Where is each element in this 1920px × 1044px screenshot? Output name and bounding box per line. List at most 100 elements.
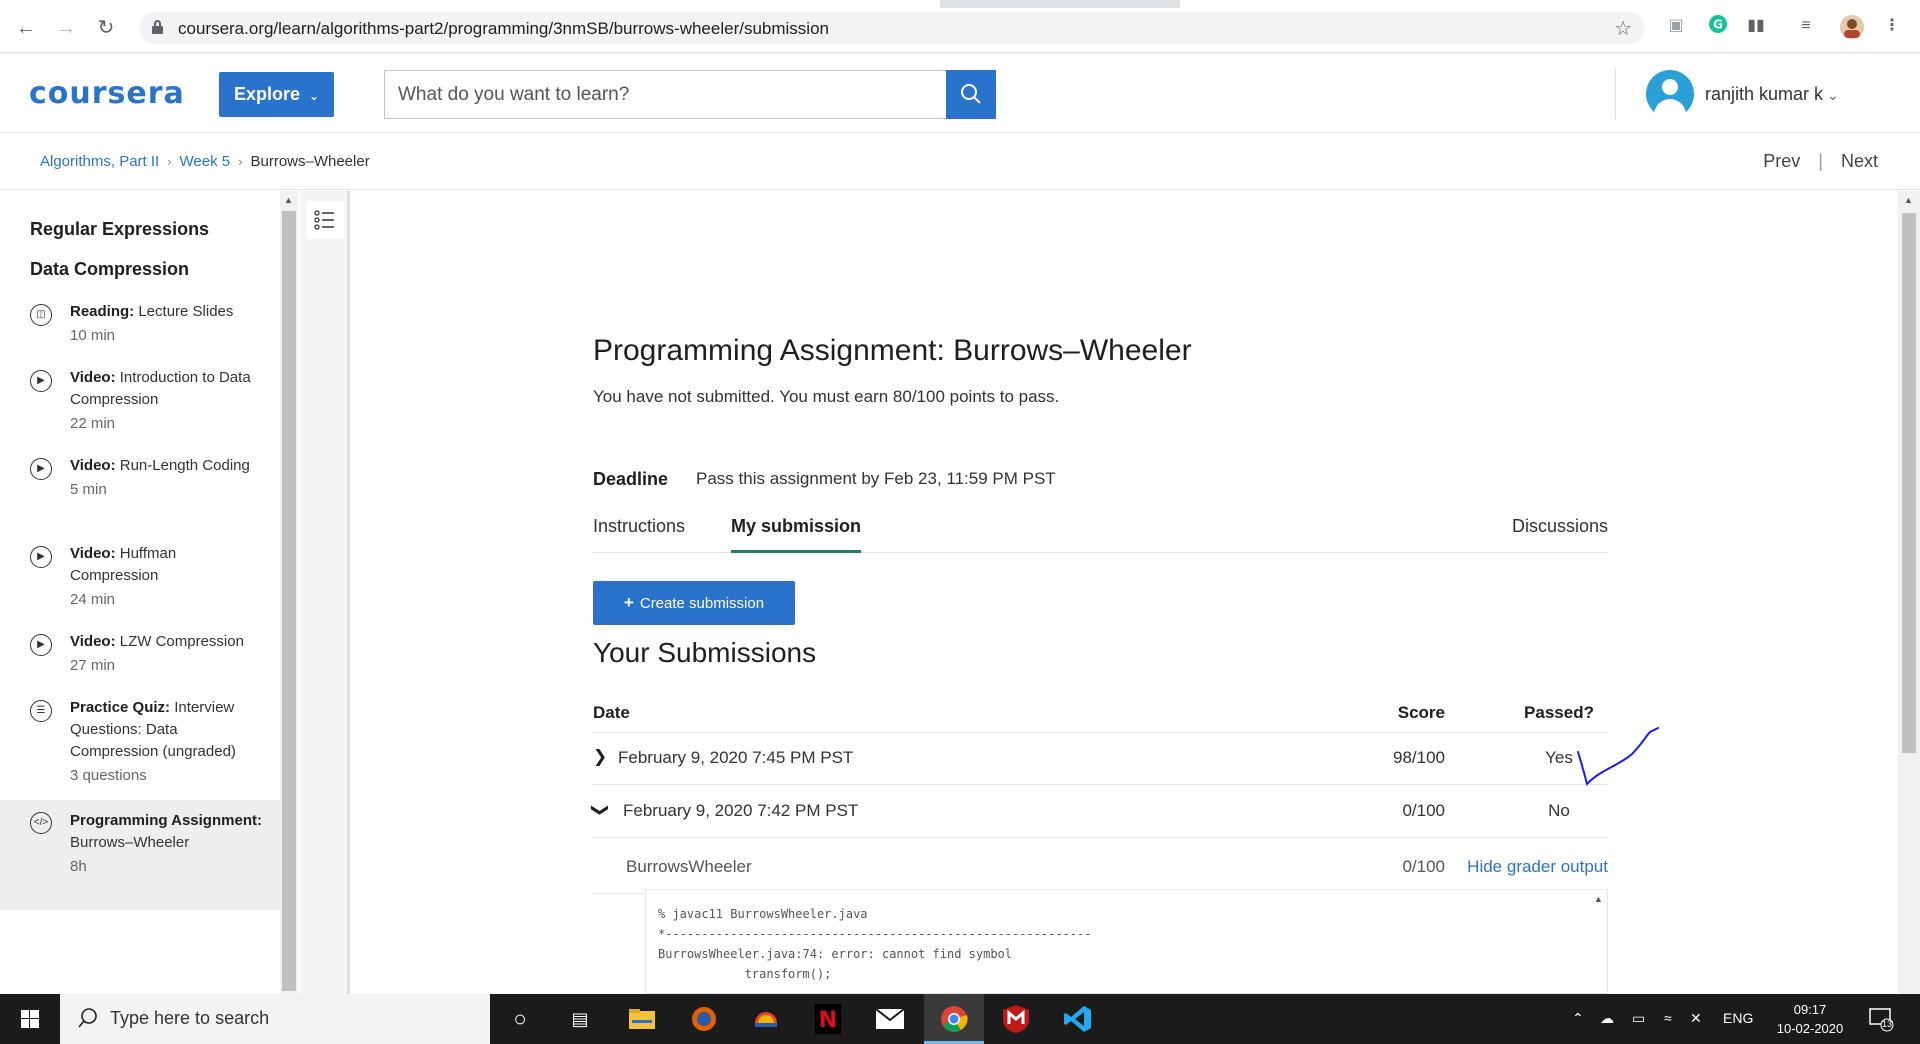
- breadcrumb-course-link[interactable]: Algorithms, Part II: [40, 153, 159, 170]
- item-type: Practice Quiz:: [70, 699, 171, 716]
- tab-instructions[interactable]: Instructions: [593, 516, 685, 553]
- taskbar-clock[interactable]: 09:17 10-02-2020: [1770, 1000, 1850, 1038]
- task-view-icon[interactable]: ▤: [550, 994, 610, 1044]
- coursera-logo[interactable]: coursera: [29, 76, 185, 111]
- search-input[interactable]: What do you want to learn?: [384, 70, 947, 119]
- speaker-muted-icon[interactable]: ✕: [1690, 1010, 1702, 1027]
- address-bar[interactable]: coursera.org/learn/algorithms-part2/prog…: [140, 12, 1644, 44]
- hide-grader-output-link[interactable]: Hide grader output: [1467, 857, 1608, 877]
- mcafee-icon[interactable]: [986, 994, 1046, 1044]
- forward-icon[interactable]: →: [54, 16, 78, 40]
- chevron-down-icon[interactable]: ❯: [590, 803, 610, 817]
- sidebar-heading-regex[interactable]: Regular Expressions: [30, 219, 209, 240]
- sidebar-item-lzw-compression[interactable]: ▶ Video: LZW Compression 27 min: [0, 631, 280, 691]
- item-duration: 8h: [70, 858, 87, 875]
- chevron-right-icon: ›: [167, 154, 172, 169]
- taskbar-search-input[interactable]: Type here to search: [60, 994, 490, 1044]
- windows-start-icon[interactable]: [0, 994, 60, 1044]
- browser-toolbar: ← → ↻ coursera.org/learn/algorithms-part…: [0, 0, 1920, 53]
- sidebar-scrollbar[interactable]: ▲: [280, 191, 298, 994]
- grader-output-box[interactable]: % javac11 BurrowsWheeler.java *---------…: [645, 889, 1608, 994]
- svg-text:N: N: [819, 1008, 837, 1033]
- chevron-right-icon[interactable]: ❯: [593, 747, 607, 767]
- page-scroll-thumb[interactable]: [1902, 213, 1916, 753]
- submission-date: February 9, 2020 7:42 PM PST: [623, 801, 859, 820]
- search-icon: [961, 84, 981, 104]
- sidebar-item-practice-quiz[interactable]: ☰ Practice Quiz: Interview Questions: Da…: [0, 697, 280, 801]
- prev-next-nav: Prev | Next: [1763, 151, 1878, 172]
- clock-time: 09:17: [1793, 1002, 1827, 1017]
- scroll-up-arrow-icon[interactable]: ▲: [1904, 195, 1913, 205]
- grader-part-name: BurrowsWheeler: [626, 857, 752, 876]
- grammarly-icon[interactable]: G: [1706, 14, 1730, 38]
- user-avatar-icon[interactable]: [1646, 70, 1694, 118]
- column-date: Date: [593, 703, 630, 722]
- item-title: LZW Compression: [119, 633, 244, 650]
- book-icon: ◫: [30, 304, 52, 326]
- sidebar-item-intro-data-compression[interactable]: ▶ Video: Introduction to Data Compressio…: [0, 367, 280, 447]
- prev-link[interactable]: Prev: [1763, 151, 1800, 171]
- chrome-icon[interactable]: [924, 994, 984, 1044]
- browser-menu-icon[interactable]: ⋮: [1884, 14, 1900, 38]
- chevron-up-icon[interactable]: ⌃: [1572, 1010, 1584, 1027]
- app-icon[interactable]: [736, 994, 796, 1044]
- sidebar-item-run-length-coding[interactable]: ▶ Video: Run-Length Coding 5 min: [0, 455, 280, 535]
- play-icon: ▶: [30, 634, 52, 656]
- bookmark-star-icon[interactable]: ☆: [1614, 16, 1632, 41]
- scroll-up-arrow-icon[interactable]: ▲: [1594, 894, 1603, 904]
- back-icon[interactable]: ←: [14, 16, 38, 40]
- breadcrumb: Algorithms, Part II › Week 5 › Burrows–Wheel…: [40, 153, 370, 170]
- windows-taskbar: Type here to search ○ ▤ N ⌃ ☁ ▭ ≈ ✕ ENG …: [0, 994, 1920, 1044]
- grader-output-scrollbar[interactable]: ▲: [1590, 890, 1607, 993]
- submission-date: February 9, 2020 7:45 PM PST: [618, 748, 854, 767]
- mail-icon[interactable]: [860, 994, 920, 1044]
- sidebar-item-huffman-compression[interactable]: ▶ Video: Huffman Compression 24 min: [0, 543, 280, 623]
- submission-row[interactable]: ❯ February 9, 2020 7:42 PM PST 0/100 No: [590, 786, 1608, 838]
- outline-list-icon[interactable]: [306, 201, 344, 239]
- cortana-icon[interactable]: ○: [490, 994, 550, 1044]
- grader-output-text: % javac11 BurrowsWheeler.java *---------…: [658, 907, 1092, 981]
- item-duration: 3 questions: [70, 767, 147, 784]
- handwritten-checkmark-icon: [1577, 727, 1659, 787]
- deadline-label: Deadline: [593, 469, 669, 489]
- tab-strip-active: [0, 0, 940, 8]
- vscode-icon[interactable]: [1048, 994, 1108, 1044]
- sidebar-item-lecture-slides[interactable]: ◫ Reading: Lecture Slides 10 min: [0, 301, 280, 361]
- page-scrollbar[interactable]: ▲: [1898, 191, 1920, 994]
- breadcrumb-week-link[interactable]: Week 5: [180, 153, 231, 170]
- sidebar-heading-data-compression[interactable]: Data Compression: [30, 259, 189, 280]
- play-icon: ▶: [30, 546, 52, 568]
- wifi-icon[interactable]: ≈: [1664, 1010, 1672, 1026]
- notification-count: 13: [1882, 1019, 1893, 1029]
- extension-icon[interactable]: ▣: [1664, 14, 1688, 38]
- item-type: Video:: [70, 633, 116, 650]
- firefox-icon[interactable]: [674, 994, 734, 1044]
- url-text: coursera.org/learn/algorithms-part2/prog…: [178, 19, 829, 38]
- profile-avatar-icon[interactable]: [1838, 14, 1866, 39]
- tab-my-submission[interactable]: My submission: [731, 516, 862, 553]
- sidebar-item-burrows-wheeler[interactable]: </> Programming Assignment: Burrows–Whee…: [0, 800, 280, 910]
- item-type: Video:: [70, 545, 116, 562]
- media-list-icon[interactable]: ≡: [1794, 14, 1818, 38]
- audio-wave-icon[interactable]: ▮▮: [1744, 14, 1768, 38]
- explore-button[interactable]: Explore ⌄: [219, 72, 334, 117]
- submission-row[interactable]: ❯ February 9, 2020 7:45 PM PST 98/100 Ye…: [593, 733, 1608, 785]
- sidebar-scroll-thumb[interactable]: [282, 211, 296, 991]
- notification-center-icon[interactable]: 13: [1868, 1006, 1894, 1032]
- chevron-down-icon: ⌄: [1827, 87, 1839, 103]
- user-menu[interactable]: ranjith kumar k ⌄: [1705, 84, 1839, 105]
- onedrive-cloud-icon[interactable]: ☁: [1600, 1010, 1614, 1027]
- language-indicator[interactable]: ENG: [1723, 1010, 1753, 1026]
- scroll-up-arrow-icon[interactable]: ▲: [284, 195, 293, 205]
- file-explorer-icon[interactable]: [612, 994, 672, 1044]
- search-button[interactable]: [946, 70, 996, 119]
- tab-discussions[interactable]: Discussions: [1512, 516, 1608, 553]
- create-submission-button[interactable]: + Create submission: [593, 581, 795, 625]
- reload-icon[interactable]: ↻: [94, 16, 118, 40]
- tab-strip: [0, 0, 1920, 8]
- item-title: Burrows–Wheeler: [70, 834, 190, 851]
- breadcrumb-bar: Algorithms, Part II › Week 5 › Burrows–Wheel…: [0, 134, 1920, 190]
- netflix-icon[interactable]: N: [798, 994, 858, 1044]
- battery-icon[interactable]: ▭: [1632, 1010, 1645, 1027]
- next-link[interactable]: Next: [1841, 151, 1878, 171]
